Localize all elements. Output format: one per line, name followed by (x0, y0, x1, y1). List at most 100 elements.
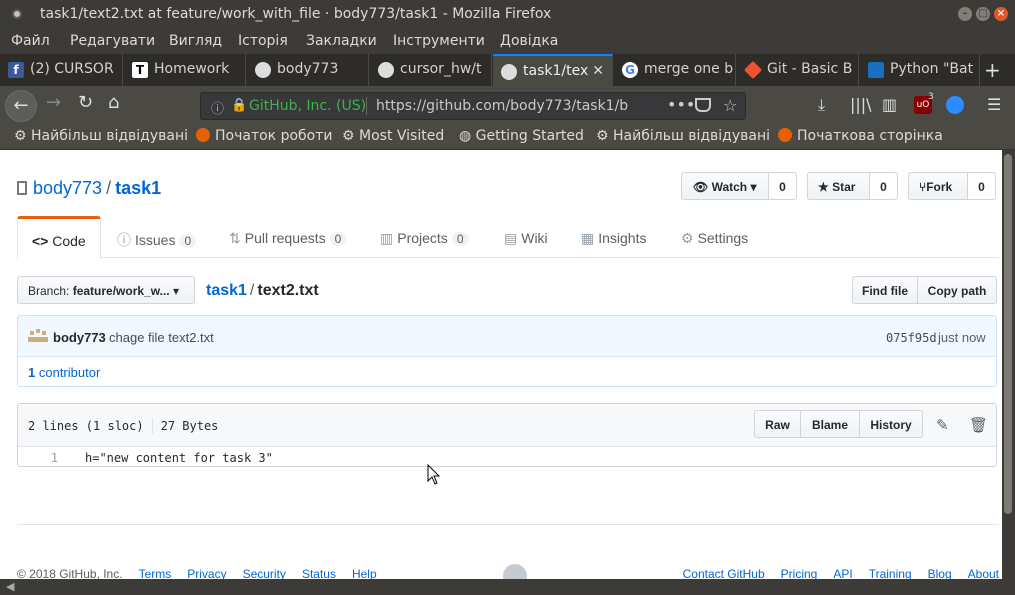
footer-link-contact[interactable]: Contact GitHub (683, 567, 765, 579)
window-menu-icon[interactable] (12, 9, 22, 19)
tab-cursor-hw[interactable]: cursor_hw/t (370, 54, 492, 86)
footer-link-status[interactable]: Status (302, 567, 336, 579)
scroll-left-icon[interactable]: ◀ (6, 580, 14, 593)
hamburger-menu-icon[interactable]: ☰ (987, 95, 1001, 114)
tab-code[interactable]: <> Code (17, 216, 101, 259)
gear-icon: ⚙ (681, 230, 694, 246)
copy-path-button[interactable]: Copy path (917, 276, 997, 304)
footer-link-training[interactable]: Training (869, 567, 912, 579)
back-arrow-icon[interactable]: ← (5, 90, 37, 122)
pocket-icon[interactable] (695, 98, 711, 112)
footer-link-security[interactable]: Security (243, 567, 286, 579)
info-icon[interactable]: ⓘ (211, 98, 224, 117)
fork-count[interactable]: 0 (968, 172, 996, 200)
close-tab-icon[interactable]: ✕ (592, 63, 604, 79)
tab-label: merge one b (644, 61, 734, 77)
breadcrumb-repo-link[interactable]: task1 (206, 282, 247, 299)
close-window-button[interactable]: × (994, 7, 1008, 21)
footer-right: Contact GitHub Pricing API Training Blog Abou… (683, 567, 999, 579)
trash-icon[interactable]: 🗑 (969, 416, 988, 434)
avatar[interactable] (28, 329, 48, 343)
bookmark-item[interactable]: Початкова сторінка (778, 128, 943, 144)
star-button[interactable]: ★ Star (807, 172, 870, 200)
line-number[interactable]: 1 (28, 451, 58, 465)
git-icon (743, 60, 763, 80)
bookmark-item[interactable]: ⚙ Найбільш відвідувані (14, 128, 188, 144)
tab-projects[interactable]: ▥ Projects 0 (380, 230, 469, 247)
repo-owner-link[interactable]: body773 (33, 178, 102, 198)
bookmark-item[interactable]: ⚙ Most Visited (342, 128, 444, 144)
tab-issues[interactable]: ⓘ Issues 0 (117, 230, 197, 250)
bookmark-item[interactable]: ⚙ Найбільш відвідувані (596, 128, 770, 144)
page-content: body773/task1 👁 Watch ▾ 0 ★ Star 0 ⑂Fork… (0, 150, 1002, 579)
pencil-icon[interactable]: ✎ (936, 416, 949, 434)
bookmark-item[interactable]: Початок роботи (196, 128, 332, 144)
maximize-button[interactable]: □ (976, 7, 990, 21)
tab-pull-requests[interactable]: ⇅ Pull requests 0 (229, 230, 347, 247)
footer-link-about[interactable]: About (968, 567, 999, 579)
tab-wiki[interactable]: ▤ Wiki (504, 230, 548, 247)
zoom-icon[interactable] (946, 96, 964, 114)
tab-task1-active[interactable]: task1/tex ✕ (493, 54, 613, 86)
footer-link-api[interactable]: API (833, 567, 852, 579)
find-file-button[interactable]: Find file (852, 276, 918, 304)
history-button[interactable]: History (859, 410, 923, 438)
tab-git-basic[interactable]: Git - Basic B (737, 54, 859, 86)
site-identity[interactable]: GitHub, Inc. (US) (249, 98, 366, 114)
pull-request-icon: ⇅ (229, 230, 241, 246)
footer-link-privacy[interactable]: Privacy (187, 567, 226, 579)
branch-name: feature/work_w... (72, 284, 170, 298)
library-icon[interactable]: |||\ (850, 95, 872, 114)
branch-select[interactable]: Branch: feature/work_w... ▾ (17, 276, 195, 304)
footer-link-blog[interactable]: Blog (928, 567, 952, 579)
home-icon[interactable]: ⌂ (108, 92, 119, 113)
watch-button[interactable]: 👁 Watch ▾ (681, 172, 769, 200)
lock-icon[interactable]: 🔒 (231, 98, 247, 113)
commit-sha[interactable]: 075f95d (886, 331, 937, 345)
page-actions-icon[interactable]: ••• (667, 95, 695, 114)
menu-help[interactable]: Довідка (500, 33, 558, 49)
footer-link-pricing[interactable]: Pricing (781, 567, 818, 579)
tab-python[interactable]: Python "Bat (860, 54, 980, 86)
commit-message[interactable]: chage file text2.txt (109, 330, 214, 345)
menu-edit[interactable]: Редагувати (70, 33, 155, 49)
tab-facebook[interactable]: f (2) CURSOR (0, 54, 123, 86)
menu-file[interactable]: Файл (11, 33, 50, 49)
github-mark-icon[interactable] (503, 564, 527, 579)
tab-settings[interactable]: ⚙ Settings (681, 230, 748, 247)
menu-bookmarks[interactable]: Закладки (306, 33, 377, 49)
sidebar-icon[interactable]: ▥ (882, 95, 897, 114)
fork-button[interactable]: ⑂Fork (908, 172, 968, 200)
menu-tools[interactable]: Інструменти (393, 33, 485, 49)
footer-link-help[interactable]: Help (352, 567, 377, 579)
bookmark-item[interactable]: ◍ Getting Started (459, 128, 584, 144)
minimize-button[interactable]: – (958, 7, 972, 21)
url-input[interactable]: https://github.com/body773/task1/b (376, 98, 656, 114)
tab-strip: f (2) CURSOR T Homework body773 cursor_h… (0, 54, 1015, 86)
menu-history[interactable]: Історія (238, 33, 288, 49)
contributors[interactable]: 1 contributor (17, 356, 997, 387)
tab-insights[interactable]: ▦ Insights (581, 230, 646, 247)
footer-link-terms[interactable]: Terms (139, 567, 172, 579)
url-bar[interactable]: ⓘ 🔒 GitHub, Inc. (US) https://github.com… (200, 92, 746, 120)
menu-view[interactable]: Вигляд (169, 33, 222, 49)
new-tab-icon[interactable]: + (984, 58, 1001, 82)
repo-name-link[interactable]: task1 (115, 178, 161, 198)
tab-merge[interactable]: G merge one b (614, 54, 736, 86)
blame-button[interactable]: Blame (800, 410, 860, 438)
tab-body773[interactable]: body773 (247, 54, 369, 86)
tab-homework[interactable]: T Homework (124, 54, 246, 86)
bookmark-star-icon[interactable]: ☆ (723, 96, 737, 115)
raw-button[interactable]: Raw (754, 410, 801, 438)
star-count[interactable]: 0 (870, 172, 898, 200)
commit-author[interactable]: body773 (53, 330, 106, 345)
download-icon[interactable]: ⤓ (818, 95, 825, 115)
vertical-scrollbar[interactable] (1002, 150, 1015, 579)
watch-count[interactable]: 0 (769, 172, 797, 200)
star-label: Star (832, 180, 856, 194)
reload-icon[interactable]: ↻ (78, 92, 93, 113)
forward-arrow-icon[interactable]: → (46, 92, 61, 113)
scrollbar-thumb[interactable] (1004, 154, 1012, 514)
horizontal-scrollbar[interactable]: ◀ (0, 579, 1015, 595)
tab-code-label: Code (52, 233, 86, 249)
